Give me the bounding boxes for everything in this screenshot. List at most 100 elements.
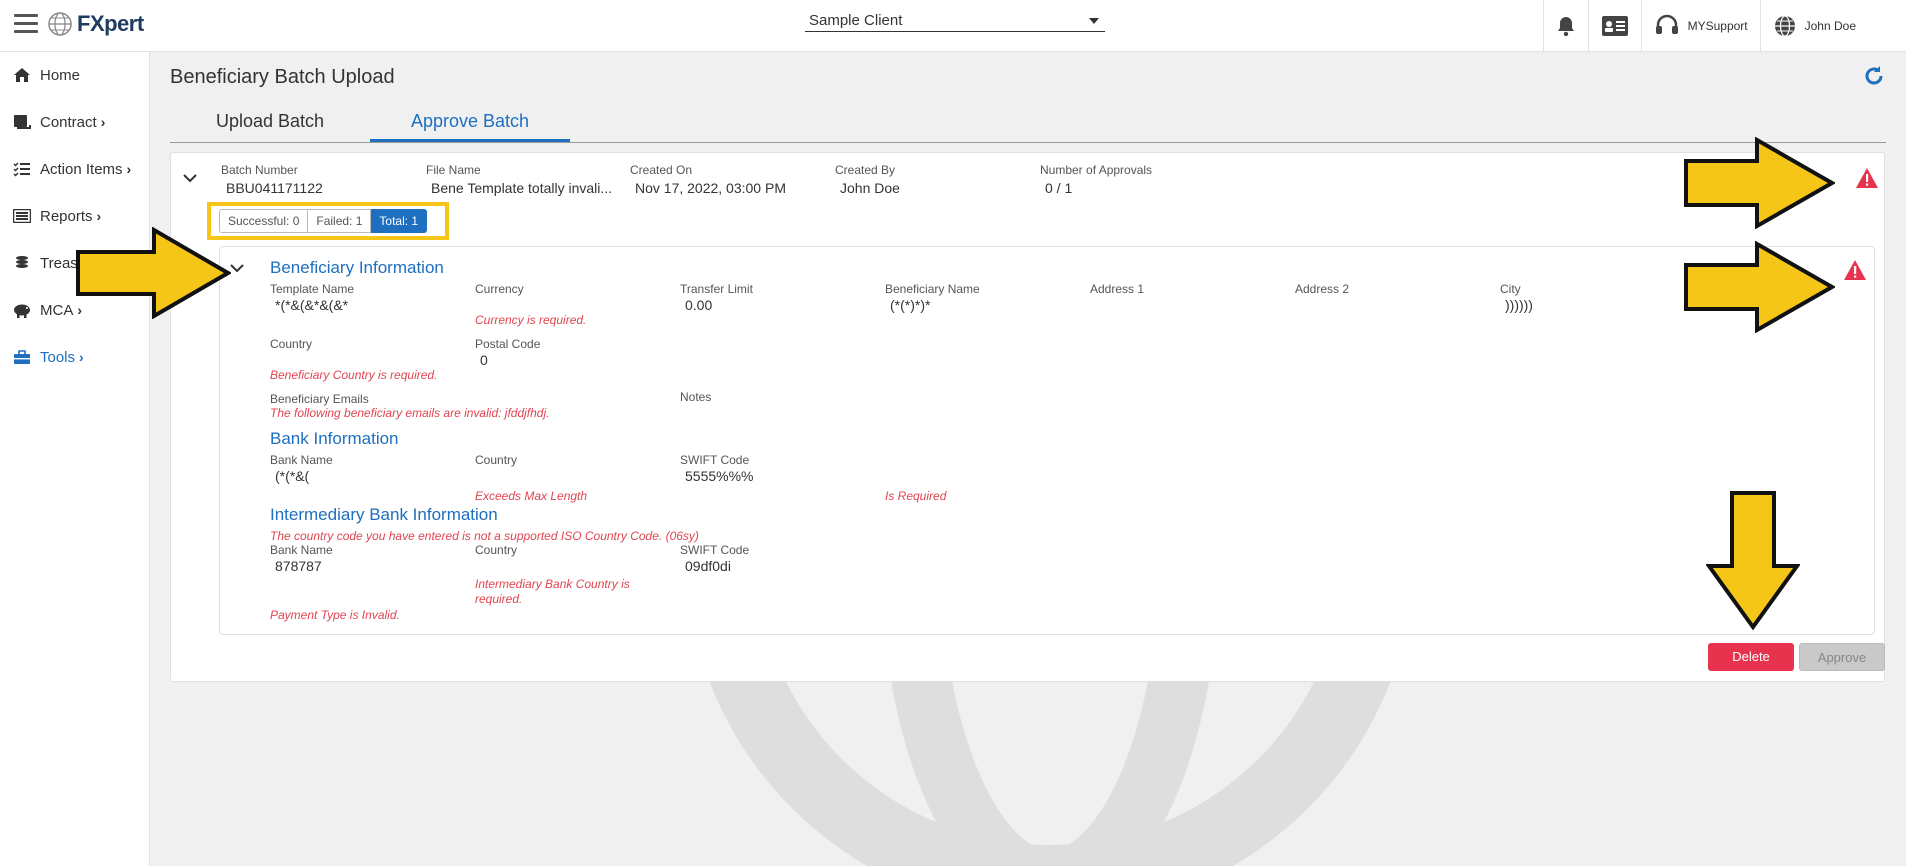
intermediary-swift-value: 09df0di [685,558,731,574]
bank-country-error: Exceeds Max Length [475,489,588,503]
mysupport-button[interactable]: MYSupport [1640,0,1760,52]
tab-approve-batch[interactable]: Approve Batch [370,104,570,142]
sidebar-item-label: Reports [40,207,93,225]
client-select-value: Sample Client [809,12,903,29]
created-on-label: Created On [630,163,693,177]
notifications-button[interactable] [1542,0,1588,52]
sidebar-item-label: Contract [40,113,97,131]
contact-card-button[interactable] [1587,0,1641,52]
chevron-down-icon[interactable] [181,171,199,185]
batch-card: Batch Number BBU041171122 File Name Bene… [170,152,1885,682]
sidebar-item-label: Tools [40,348,76,366]
address1-label: Address 1 [1090,282,1145,296]
batch-number-value: BBU041171122 [226,180,323,196]
intermediary-bank-name-label: Bank Name [270,543,333,557]
user-menu-button[interactable]: John Doe [1759,0,1906,52]
sidebar-item-treasury[interactable]: Treas [12,251,78,275]
sidebar-item-action-items[interactable]: Action Items › [12,157,131,181]
piggy-bank-icon [12,302,32,318]
caret-down-icon [1089,18,1099,24]
sidebar-item-label: MCA [40,301,74,319]
swift-error: Is Required [885,489,947,503]
hamburger-menu-icon[interactable] [14,14,38,34]
postal-code-label: Postal Code [475,337,541,351]
file-name-label: File Name [426,163,481,177]
country-error: Beneficiary Country is required. [270,368,438,382]
intermediary-swift-label: SWIFT Code [680,543,750,557]
beneficiary-name-value: (*(*)*)* [890,297,931,313]
sidebar-item-label: Home [40,66,81,84]
city-value: )))))) [1505,297,1533,313]
chevron-right-icon: › [96,208,102,224]
intermediary-country-error: Intermediary Bank Country is required. [475,577,630,606]
contact-card-icon [1601,16,1628,36]
postal-code-value: 0 [480,352,488,368]
warning-icon [1856,168,1878,188]
header-actions: MYSupport John Doe [1542,0,1906,52]
home-icon [12,67,32,83]
chevron-down-icon[interactable] [228,261,246,275]
approvals-value: 0 / 1 [1045,180,1073,196]
annotation-highlight-box [207,202,449,240]
created-by-value: John Doe [840,180,900,196]
beneficiary-name-label: Beneficiary Name [885,282,980,296]
intermediary-country-code-error: The country code you have entered is not… [270,529,699,543]
mysupport-label: MYSupport [1687,19,1748,33]
file-name-value: Bene Template totally invali... [431,180,613,196]
user-name: John Doe [1804,19,1856,33]
tab-bar: Upload Batch Approve Batch [170,104,1886,143]
approvals-label: Number of Approvals [1040,163,1153,177]
bank-country-label: Country [475,453,518,467]
sidebar-item-mca[interactable]: MCA › [12,298,82,322]
template-name-label: Template Name [270,282,355,296]
delete-button[interactable]: Delete [1708,643,1794,671]
bank-name-value: (*(*&( [275,468,310,484]
intermediary-bank-title: Intermediary Bank Information [270,505,498,524]
emails-error: The following beneficiary emails are inv… [270,406,550,420]
contract-icon [12,114,32,130]
coins-icon [12,255,32,271]
bank-name-label: Bank Name [270,453,333,467]
batch-number-label: Batch Number [221,163,298,177]
refresh-icon[interactable] [1862,64,1886,88]
tab-upload-batch[interactable]: Upload Batch [170,104,370,142]
currency-error: Currency is required. [475,313,587,327]
transfer-limit-value: 0.00 [685,297,713,313]
swift-code-label: SWIFT Code [680,453,750,467]
logo-text: FXpert [77,11,144,36]
swift-code-value: 5555%%% [685,468,754,484]
intermediary-bank-name-value: 878787 [275,558,322,574]
chevron-right-icon: › [79,349,84,365]
sidebar-item-label: Treas [40,254,78,272]
bank-info-title: Bank Information [270,429,399,448]
reports-icon [12,208,32,224]
chevron-right-icon: › [77,302,83,318]
beneficiary-info-title: Beneficiary Information [270,258,444,277]
headset-icon [1655,14,1678,34]
sidebar-item-home[interactable]: Home [12,63,80,87]
created-on-value: Nov 17, 2022, 03:00 PM [635,180,786,196]
warning-icon [1844,260,1866,280]
sidebar-item-tools[interactable]: Tools › [12,345,84,369]
transfer-limit-label: Transfer Limit [680,282,753,296]
address2-label: Address 2 [1295,282,1350,296]
currency-label: Currency [475,282,524,296]
beneficiary-record: Beneficiary Information Template Name *(… [219,246,1875,635]
approve-button[interactable]: Approve [1799,643,1885,671]
client-select[interactable]: Sample Client [805,10,1105,32]
sidebar: Home Contract › Action Items › Reports ›… [0,52,150,866]
emails-label: Beneficiary Emails [270,392,369,406]
sidebar-item-contract[interactable]: Contract › [12,110,105,134]
sidebar-item-label: Action Items [40,160,123,178]
sidebar-item-reports[interactable]: Reports › [12,204,101,228]
bell-icon [1557,17,1574,37]
created-by-label: Created By [835,163,896,177]
checklist-icon [12,161,32,177]
notes-label: Notes [680,390,712,404]
app-logo[interactable]: FXpert [47,11,144,37]
payment-type-error: Payment Type is Invalid. [270,608,400,622]
country-label: Country [270,337,313,351]
template-name-value: *(*&(&*&(&* [275,297,349,313]
globe-icon [1774,15,1795,37]
city-label: City [1500,282,1521,296]
